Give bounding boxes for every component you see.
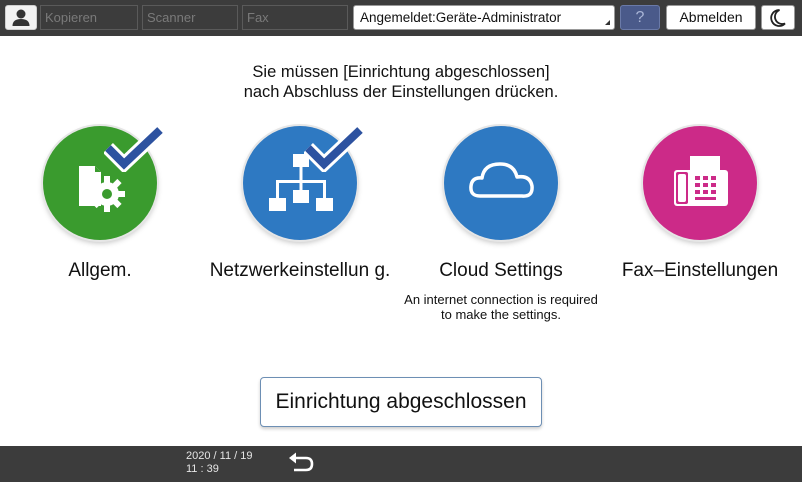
- tile-label: Netzwerkeinstellun g.: [209, 260, 391, 281]
- checkmark-icon: [304, 126, 365, 172]
- fax-icon: [643, 126, 757, 240]
- tab-scanner[interactable]: Scanner: [142, 5, 238, 30]
- instruction-line-2: nach Abschluss der Einstellungen drücken…: [243, 83, 559, 101]
- instruction-text: Sie müssen [Einrichtung abgeschlossen] n…: [0, 62, 802, 102]
- dropdown-corner-icon: [605, 20, 610, 25]
- cloud-icon: [444, 126, 558, 240]
- tile-fax-settings[interactable]: Fax–Einstellungen: [600, 126, 800, 326]
- energy-saver-button[interactable]: [761, 5, 795, 30]
- checkmark-icon: [104, 126, 165, 172]
- help-button[interactable]: ?: [620, 5, 660, 30]
- tile-cloud-settings[interactable]: Cloud Settings An internet connection is…: [401, 126, 601, 326]
- tile-sublabel: An internet connection is required to ma…: [404, 292, 598, 322]
- bottom-bar: 2020 / 11 / 19 11 : 39: [0, 446, 802, 482]
- date-time: 2020 / 11 / 19 11 : 39: [186, 450, 252, 476]
- user-icon: [12, 9, 30, 26]
- user-button[interactable]: [5, 5, 37, 30]
- setup-complete-button[interactable]: Einrichtung abgeschlossen: [260, 377, 542, 427]
- tab-fax[interactable]: Fax: [242, 5, 348, 30]
- top-bar: Kopieren Scanner Fax Angemeldet:Geräte-A…: [0, 0, 802, 36]
- back-arrow-icon[interactable]: [287, 451, 315, 477]
- moon-icon: [770, 9, 786, 27]
- logout-button[interactable]: Abmelden: [666, 5, 756, 30]
- login-status-label: Angemeldet:Geräte-Administrator: [360, 10, 562, 25]
- tile-label: Allgem.: [68, 260, 132, 281]
- tile-label: Cloud Settings: [439, 260, 563, 281]
- screen: Kopieren Scanner Fax Angemeldet:Geräte-A…: [0, 0, 802, 482]
- time-label: 11 : 39: [186, 463, 219, 475]
- instruction-line-1: Sie müssen [Einrichtung abgeschlossen]: [252, 63, 550, 81]
- tile-network-settings[interactable]: Netzwerkeinstellun g.: [200, 126, 400, 326]
- tab-kopieren[interactable]: Kopieren: [40, 5, 138, 30]
- login-status-dropdown[interactable]: Angemeldet:Geräte-Administrator: [353, 5, 615, 30]
- tile-label: Fax–Einstellungen: [621, 260, 779, 281]
- date-label: 2020 / 11 / 19: [186, 450, 253, 462]
- tile-general-settings[interactable]: Allgem.: [0, 126, 200, 326]
